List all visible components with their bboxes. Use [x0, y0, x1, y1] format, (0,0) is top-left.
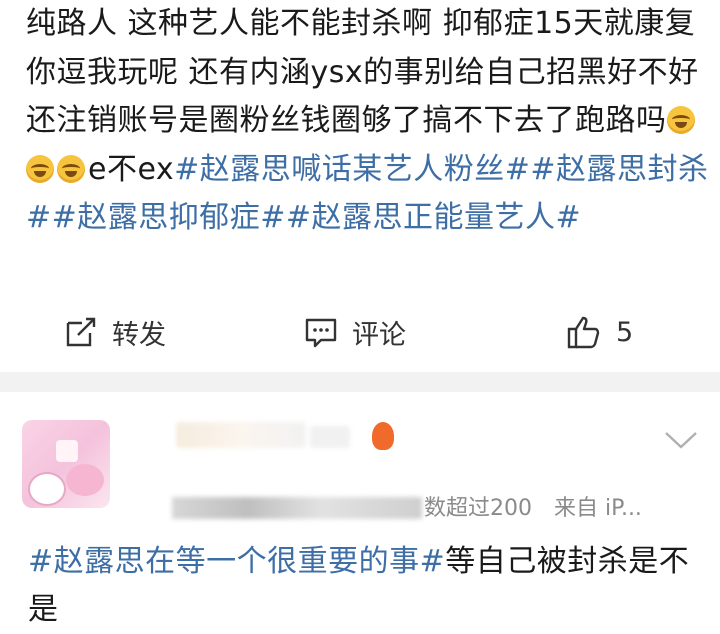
fan-badge-icon [372, 422, 394, 450]
post-body-tail: e不ex [88, 151, 175, 187]
comment-source: 来自 iP... [554, 496, 642, 521]
comment-icon [305, 318, 337, 348]
hashtag-link[interactable]: #赵露思喊话某艺人粉丝# [174, 152, 530, 187]
post-text: 纯路人 这种艺人能不能封杀啊 抑郁症15天就康复你逗我玩呢 还有内涵ysx的事别… [26, 0, 712, 243]
laugh-cry-emoji-icon [666, 106, 695, 134]
weibo-post: 纯路人 这种艺人能不能封杀啊 抑郁症15天就康复你逗我玩呢 还有内涵ysx的事别… [0, 0, 720, 290]
comment-label: 评论 [352, 319, 406, 351]
thumbs-up-icon [567, 316, 600, 349]
repost-label: 转发 [112, 319, 166, 351]
blurred-meta [172, 497, 422, 519]
laugh-cry-emoji-icon [57, 154, 85, 183]
comment-item: 数超过200 来自 iP... #赵露思在等一个很重要的事#等自己被封杀是不是 [0, 392, 720, 627]
comment-meta: 数超过200 来自 iP... [172, 490, 642, 522]
laugh-cry-emoji-icon [26, 154, 54, 183]
chevron-down-icon[interactable] [664, 430, 698, 450]
like-button[interactable]: 5 [566, 300, 633, 364]
comment-text: #赵露思在等一个很重要的事#等自己被封杀是不是 [28, 538, 698, 634]
hashtag-link[interactable]: #赵露思正能量艺人# [286, 200, 581, 235]
section-divider [0, 372, 720, 392]
repost-icon [66, 317, 96, 347]
post-body: 纯路人 这种艺人能不能封杀啊 抑郁症15天就康复你逗我玩呢 还有内涵ysx的事别… [26, 6, 699, 138]
repost-button[interactable]: 转发 [64, 300, 166, 364]
hashtag-link[interactable]: #赵露思在等一个很重要的事# [28, 544, 445, 579]
hashtag-link[interactable]: #赵露思抑郁症# [52, 200, 286, 235]
avatar[interactable] [22, 420, 110, 508]
post-action-bar: 转发 评论 5 [0, 300, 720, 364]
comment-button[interactable]: 评论 [304, 300, 406, 364]
blurred-username-badge [310, 426, 350, 448]
blurred-username[interactable] [176, 422, 306, 448]
comment-count-text: 数超过200 [424, 496, 532, 521]
like-count: 5 [616, 316, 634, 348]
